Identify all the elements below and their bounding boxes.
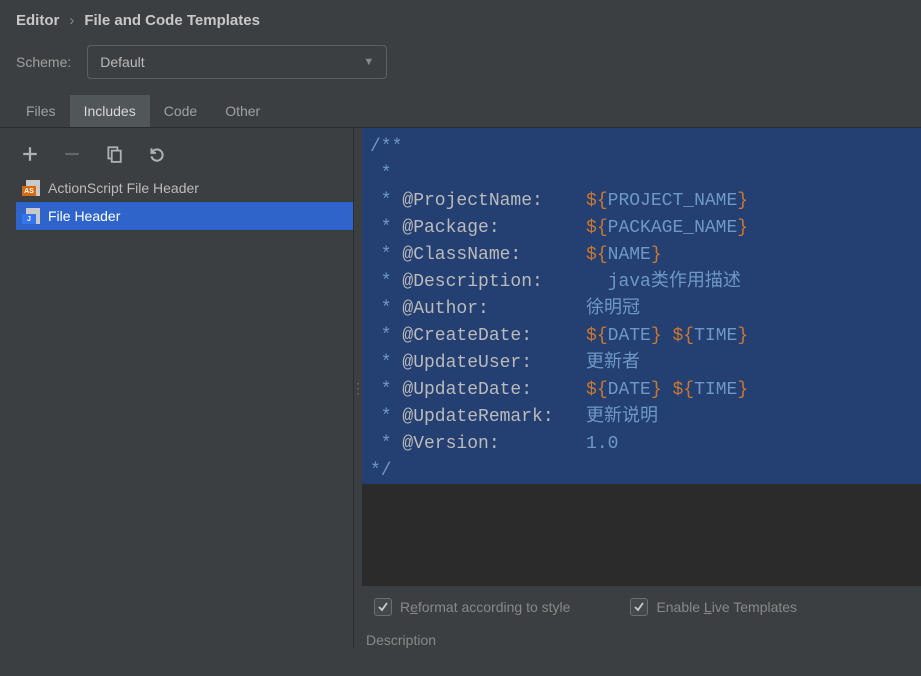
tab-other[interactable]: Other: [211, 95, 274, 127]
live-templates-checkbox[interactable]: Enable Live Templates: [630, 598, 797, 616]
scheme-value: Default: [100, 54, 144, 70]
copy-button[interactable]: [104, 144, 124, 164]
breadcrumb-separator: ›: [69, 12, 74, 29]
template-toolbar: [16, 138, 353, 174]
template-list-panel: AS ActionScript File Header J File Heade…: [0, 128, 354, 648]
tab-code[interactable]: Code: [150, 95, 211, 127]
tree-item-file-header[interactable]: J File Header: [16, 202, 353, 230]
tree-item-label: File Header: [48, 208, 120, 224]
tree-item-label: ActionScript File Header: [48, 180, 199, 196]
breadcrumb-editor[interactable]: Editor: [16, 12, 59, 29]
scheme-select[interactable]: Default ▼: [87, 45, 387, 79]
description-label: Description: [362, 628, 921, 648]
live-templates-label: Enable Live Templates: [656, 599, 797, 615]
tree-item-actionscript[interactable]: AS ActionScript File Header: [16, 174, 353, 202]
tab-includes[interactable]: Includes: [70, 95, 150, 127]
template-editor[interactable]: /** * * @ProjectName: ${PROJECT_NAME} * …: [362, 128, 921, 586]
checkbox-icon: [630, 598, 648, 616]
revert-button[interactable]: [146, 144, 166, 164]
breadcrumb: Editor › File and Code Templates: [0, 0, 921, 37]
breadcrumb-current: File and Code Templates: [84, 12, 260, 29]
reformat-label: Reformat according to style: [400, 599, 570, 615]
tab-files[interactable]: Files: [12, 95, 70, 127]
template-options: Reformat according to style Enable Live …: [362, 586, 921, 628]
template-tabs: Files Includes Code Other: [0, 95, 921, 128]
remove-button: [62, 144, 82, 164]
scheme-label: Scheme:: [16, 54, 71, 70]
template-tree: AS ActionScript File Header J File Heade…: [16, 174, 353, 230]
chevron-down-icon: ▼: [363, 56, 374, 68]
file-icon: AS: [22, 180, 40, 196]
checkbox-icon: [374, 598, 392, 616]
scheme-row: Scheme: Default ▼: [0, 37, 921, 95]
splitter-handle[interactable]: ⋮: [354, 128, 362, 648]
file-icon: J: [22, 208, 40, 224]
add-button[interactable]: [20, 144, 40, 164]
reformat-checkbox[interactable]: Reformat according to style: [374, 598, 570, 616]
